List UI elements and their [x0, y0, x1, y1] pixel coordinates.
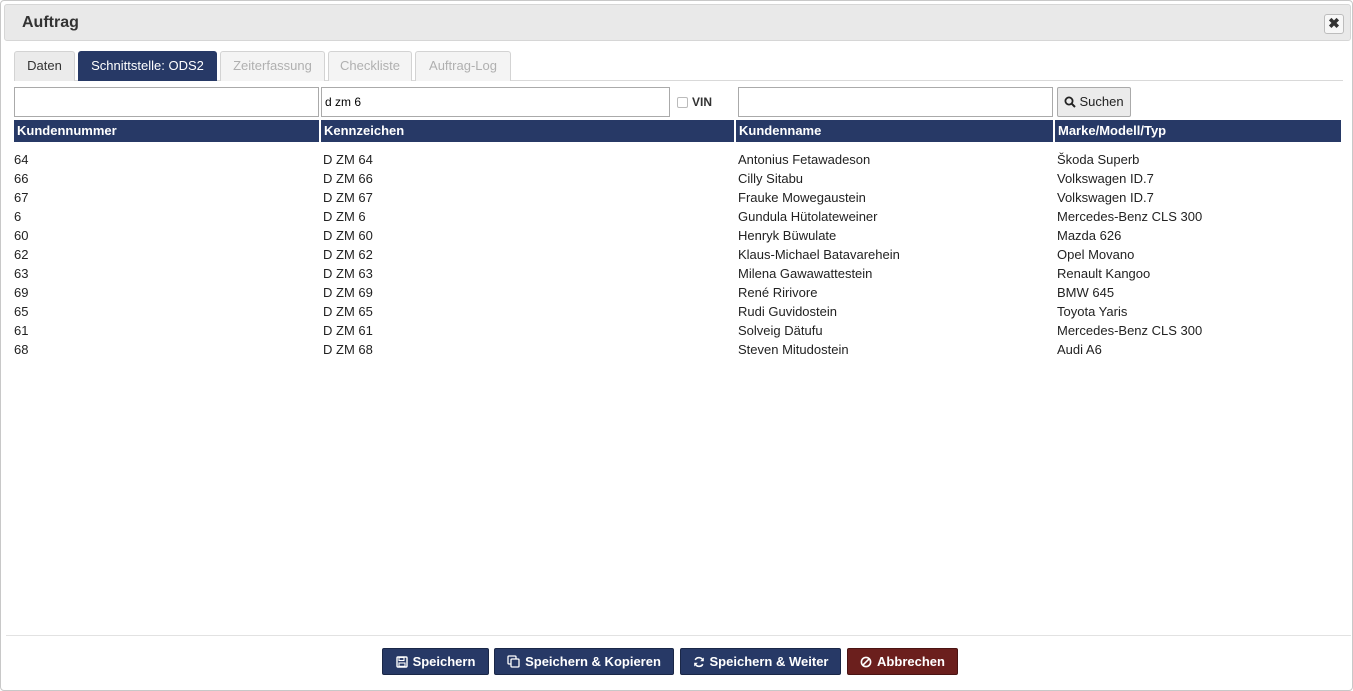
cell-plate: D ZM 69 [323, 285, 373, 300]
cell-make-model: Mercedes-Benz CLS 300 [1057, 323, 1203, 338]
cell-customer-name: Henryk Büwulate [738, 228, 837, 243]
dialog-titlebar: Auftrag ✖ [4, 4, 1351, 41]
tab-bar: Daten Schnittstelle: ODS2 Zeiterfassung … [14, 51, 1343, 81]
footer-divider [6, 635, 1351, 636]
cell-customer-name: Steven Mitudostein [738, 342, 849, 357]
cell-customer-name: Gundula Hütolateweiner [738, 209, 878, 224]
cell-customer-name: Frauke Mowegaustein [738, 190, 866, 205]
cell-make-model: Mercedes-Benz CLS 300 [1057, 209, 1203, 224]
tab-zeiterfassung[interactable]: Zeiterfassung [220, 51, 325, 81]
search-button[interactable]: Suchen [1057, 87, 1131, 117]
cell-customer-number: 62 [14, 247, 29, 262]
search-button-label: Suchen [1079, 94, 1124, 109]
cell-customer-name: Cilly Sitabu [738, 171, 804, 186]
copy-icon [507, 655, 520, 668]
tab-checkliste[interactable]: Checkliste [328, 51, 412, 81]
table-row[interactable]: 65 D ZM 65 Rudi Guvidostein Toyota Yaris [1, 302, 1353, 321]
ban-icon [860, 656, 872, 668]
column-header-make-model[interactable]: Marke/Modell/Typ [1055, 120, 1341, 142]
cell-make-model: Volkswagen ID.7 [1057, 190, 1154, 205]
cell-plate: D ZM 6 [323, 209, 366, 224]
cell-make-model: Audi A6 [1057, 342, 1102, 357]
cell-make-model: Škoda Superb [1057, 152, 1140, 167]
save-next-button-label: Speichern & Weiter [709, 654, 829, 669]
cell-customer-number: 69 [14, 285, 29, 300]
save-next-button[interactable]: Speichern & Weiter [680, 648, 841, 675]
cell-plate: D ZM 61 [323, 323, 373, 338]
plate-input[interactable] [321, 87, 670, 117]
cell-customer-number: 65 [14, 304, 29, 319]
vin-checkbox[interactable] [677, 97, 688, 108]
refresh-icon [693, 656, 704, 668]
search-icon [1064, 96, 1077, 108]
cell-customer-number: 60 [14, 228, 29, 243]
save-copy-button-label: Speichern & Kopieren [525, 654, 661, 669]
cell-customer-name: Milena Gawawattestein [738, 266, 873, 281]
table-row[interactable]: 68 D ZM 68 Steven Mitudostein Audi A6 [1, 340, 1353, 359]
cell-plate: D ZM 64 [323, 152, 373, 167]
cell-customer-name: Antonius Fetawadeson [738, 152, 871, 167]
close-icon[interactable]: ✖ [1324, 14, 1344, 34]
tab-daten[interactable]: Daten [14, 51, 75, 81]
cell-plate: D ZM 67 [323, 190, 373, 205]
cell-customer-name: Solveig Dätufu [738, 323, 823, 338]
column-header-customer-number[interactable]: Kundennummer [14, 120, 319, 142]
table-row[interactable]: 61 D ZM 61 Solveig Dätufu Mercedes-Benz CLS… [1, 321, 1353, 340]
cell-customer-name: Klaus-Michael Batavarehein [738, 247, 900, 262]
column-header-customer-name[interactable]: Kundenname [736, 120, 1053, 142]
table-row[interactable]: 69 D ZM 69 René Ririvore BMW 645 [1, 283, 1353, 302]
cell-plate: D ZM 66 [323, 171, 373, 186]
table-row[interactable]: 62 D ZM 62 Klaus-Michael Batavarehein Opel … [1, 245, 1353, 264]
cell-customer-name: Rudi Guvidostein [738, 304, 837, 319]
cell-make-model: Mazda 626 [1057, 228, 1122, 243]
save-copy-button[interactable]: Speichern & Kopieren [494, 648, 674, 675]
cell-plate: D ZM 63 [323, 266, 373, 281]
cell-customer-number: 64 [14, 152, 29, 167]
cell-plate: D ZM 60 [323, 228, 373, 243]
customer-name-input[interactable] [738, 87, 1053, 117]
cancel-button-label: Abbrechen [877, 654, 945, 669]
cell-plate: D ZM 65 [323, 304, 373, 319]
order-dialog: Auftrag ✖ Daten Schnittstelle: ODS2 Zeit… [0, 0, 1353, 691]
floppy-disk-icon [395, 656, 408, 668]
table-row[interactable]: 67 D ZM 67 Frauke Mowegaustein Volkswagen I… [1, 188, 1353, 207]
vin-label: VIN [692, 95, 713, 109]
customer-number-input[interactable] [14, 87, 319, 117]
cell-customer-number: 68 [14, 342, 29, 357]
table-row[interactable]: 60 D ZM 60 Henryk Büwulate Mazda 626 [1, 226, 1353, 245]
cell-customer-number: 6 [14, 209, 22, 224]
tab-schnittstelle-ods2[interactable]: Schnittstelle: ODS2 [78, 51, 217, 81]
cell-make-model: Volkswagen ID.7 [1057, 171, 1154, 186]
cancel-button[interactable]: Abbrechen [847, 648, 958, 675]
cell-make-model: Toyota Yaris [1057, 304, 1128, 319]
cell-customer-number: 61 [14, 323, 29, 338]
cell-customer-number: 67 [14, 190, 29, 205]
table-row[interactable]: 6 D ZM 6 Gundula Hütolateweiner Mercedes-Be… [1, 207, 1353, 226]
table-row[interactable]: 63 D ZM 63 Milena Gawawattestein Renault Ka… [1, 264, 1353, 283]
cell-customer-number: 66 [14, 171, 29, 186]
cell-customer-name: René Ririvore [738, 285, 818, 300]
cell-plate: D ZM 62 [323, 247, 373, 262]
table-row[interactable]: 66 D ZM 66 Cilly Sitabu Volkswagen ID.7 [1, 169, 1353, 188]
save-button-label: Speichern [412, 654, 476, 669]
dialog-title: Auftrag [22, 14, 79, 31]
cell-make-model: BMW 645 [1057, 285, 1115, 300]
cell-make-model: Renault Kangoo [1057, 266, 1151, 281]
table-row[interactable]: 64 D ZM 64 Antonius Fetawadeson Škoda Super… [1, 150, 1353, 169]
cell-make-model: Opel Movano [1057, 247, 1135, 262]
cell-customer-number: 63 [14, 266, 29, 281]
column-header-plate[interactable]: Kennzeichen [321, 120, 734, 142]
cell-plate: D ZM 68 [323, 342, 373, 357]
save-button[interactable]: Speichern [382, 648, 489, 675]
tab-auftrag-log[interactable]: Auftrag-Log [415, 51, 511, 81]
